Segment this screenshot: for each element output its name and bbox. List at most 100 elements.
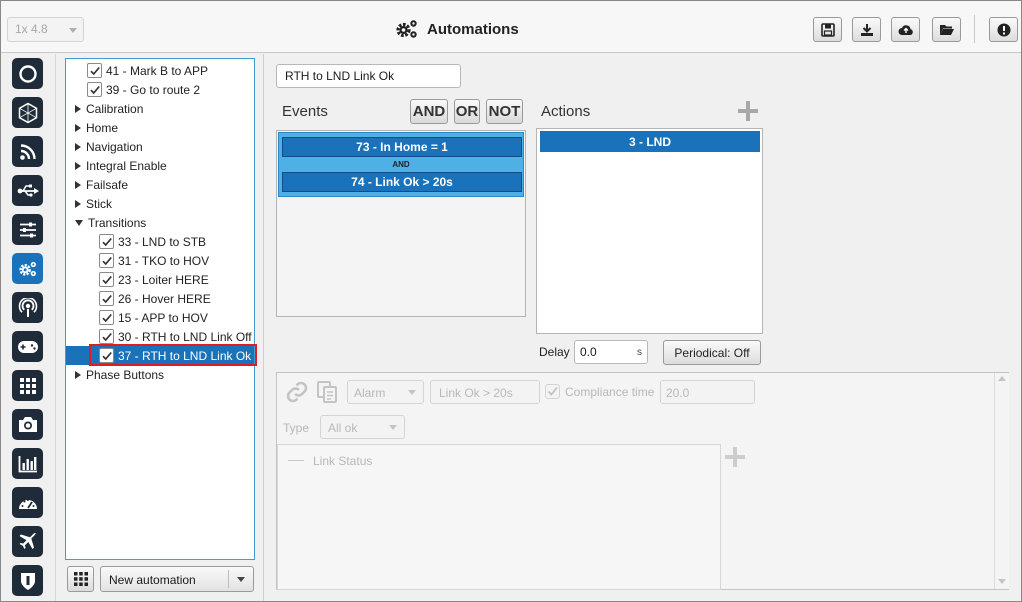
- tree-group[interactable]: Navigation: [66, 137, 254, 156]
- event-item[interactable]: 73 - In Home = 1: [282, 137, 522, 157]
- expand-arrow-right-icon[interactable]: [75, 161, 81, 170]
- tree-group[interactable]: Calibration: [66, 99, 254, 118]
- expand-arrow-right-icon[interactable]: [75, 123, 81, 132]
- events-label: Events: [282, 103, 328, 120]
- tree-item-label: Calibration: [86, 101, 144, 116]
- tree-item-label: 26 - Hover HERE: [118, 291, 211, 306]
- tree-item-checkbox[interactable]: [99, 291, 114, 306]
- save-button[interactable]: [813, 17, 842, 42]
- open-folder-button[interactable]: [932, 17, 961, 42]
- alarm-select-value: Alarm: [354, 386, 386, 400]
- not-button[interactable]: NOT: [486, 99, 523, 124]
- automation-name-input[interactable]: RTH to LND Link Ok: [276, 64, 461, 88]
- expand-arrow-right-icon[interactable]: [75, 199, 81, 208]
- chevron-down-icon: [408, 390, 416, 395]
- expand-arrow-right-icon[interactable]: [75, 142, 81, 151]
- tree-item[interactable]: 39 - Go to route 2: [66, 80, 254, 99]
- nav-telemetry[interactable]: [12, 136, 43, 167]
- tree-item[interactable]: 30 - RTH to LND Link Off: [66, 327, 254, 346]
- download-button[interactable]: [852, 17, 881, 42]
- tree-item[interactable]: 15 - APP to HOV: [66, 308, 254, 327]
- tree-item-checkbox[interactable]: [99, 310, 114, 325]
- nav-power[interactable]: [12, 58, 43, 89]
- new-automation-combo[interactable]: New automation: [100, 566, 254, 592]
- add-condition-icon[interactable]: [725, 447, 745, 467]
- version-select[interactable]: 1x 4.8: [7, 17, 84, 42]
- info-icon: [997, 23, 1010, 36]
- or-button[interactable]: OR: [454, 99, 480, 124]
- chevron-down-icon[interactable]: [237, 577, 245, 582]
- tree-item[interactable]: 37 - RTH to LND Link Ok: [66, 346, 254, 365]
- tree-group[interactable]: Phase Buttons: [66, 365, 254, 384]
- event-item[interactable]: 74 - Link Ok > 20s: [282, 172, 522, 192]
- nav-camera[interactable]: [12, 409, 43, 440]
- nav-automations[interactable]: [12, 253, 43, 284]
- tree-group[interactable]: Stick: [66, 194, 254, 213]
- nav-security[interactable]: [12, 565, 43, 596]
- cloud-upload-button[interactable]: [891, 17, 920, 42]
- tree-item-checkbox[interactable]: [87, 82, 102, 97]
- tree-item-checkbox[interactable]: [99, 234, 114, 249]
- tree-item[interactable]: 31 - TKO to HOV: [66, 251, 254, 270]
- nav-broadcast[interactable]: [12, 292, 43, 323]
- tree-item-checkbox[interactable]: [99, 329, 114, 344]
- gauge-icon: [18, 498, 37, 509]
- add-action-icon[interactable]: [738, 101, 758, 121]
- nav-usb[interactable]: [12, 175, 43, 206]
- nav-gauge[interactable]: [12, 487, 43, 518]
- view-toggle-button[interactable]: [67, 566, 94, 592]
- tree-item[interactable]: 41 - Mark B to APP: [66, 61, 254, 80]
- save-icon: [820, 22, 835, 37]
- chevron-up-icon: [998, 376, 1006, 381]
- tree-item-checkbox[interactable]: [99, 272, 114, 287]
- tree-item[interactable]: 26 - Hover HERE: [66, 289, 254, 308]
- type-select[interactable]: All ok: [320, 415, 405, 439]
- tree-item-label: 41 - Mark B to APP: [106, 63, 209, 78]
- nav-chart[interactable]: [12, 448, 43, 479]
- tree-item-label: 33 - LND to STB: [118, 234, 207, 249]
- event-name-input[interactable]: Link Ok > 20s: [430, 380, 540, 404]
- expand-arrow-right-icon[interactable]: [75, 180, 81, 189]
- tree-group[interactable]: Integral Enable: [66, 156, 254, 175]
- tree-item[interactable]: 33 - LND to STB: [66, 232, 254, 251]
- chevron-down-icon: [998, 579, 1006, 584]
- expand-arrow-right-icon[interactable]: [75, 104, 81, 113]
- nav-grid[interactable]: [12, 370, 43, 401]
- nav-sliders[interactable]: [12, 214, 43, 245]
- events-panel: 73 - In Home = 1 AND 74 - Link Ok > 20s: [276, 130, 526, 317]
- tree-item-label: 37 - RTH to LND Link Ok: [118, 348, 252, 363]
- vertical-scrollbar[interactable]: [994, 373, 1009, 589]
- action-item[interactable]: 3 - LND: [540, 131, 760, 152]
- tree-item[interactable]: 23 - Loiter HERE: [66, 270, 254, 289]
- periodical-button[interactable]: Periodical: Off: [663, 340, 761, 365]
- tree-item-checkbox[interactable]: [99, 348, 114, 363]
- tree-group[interactable]: Home: [66, 118, 254, 137]
- alarm-select[interactable]: Alarm: [347, 380, 424, 404]
- tree-group[interactable]: Failsafe: [66, 175, 254, 194]
- delay-input[interactable]: 0.0 s: [574, 340, 648, 364]
- tree-item-label: 15 - APP to HOV: [118, 310, 208, 325]
- tree-item-checkbox[interactable]: [99, 253, 114, 268]
- and-button[interactable]: AND: [410, 99, 448, 124]
- hexagon-icon: [18, 102, 37, 123]
- check-icon: [101, 332, 112, 341]
- nav-flight[interactable]: [12, 526, 43, 557]
- compliance-checkbox[interactable]: [545, 384, 560, 399]
- panel-splitter[interactable]: [263, 54, 264, 601]
- tree-group[interactable]: Transitions: [66, 213, 254, 232]
- cogs-icon: [18, 261, 36, 276]
- expand-arrow-right-icon[interactable]: [75, 370, 81, 379]
- tree-item-checkbox[interactable]: [87, 63, 102, 78]
- top-bar: 1x 4.8 Automations: [1, 1, 1021, 53]
- expand-arrow-down-icon[interactable]: [75, 219, 83, 226]
- event-group[interactable]: 73 - In Home = 1 AND 74 - Link Ok > 20s: [278, 132, 524, 197]
- nav-hexagon[interactable]: [12, 97, 43, 128]
- grid-icon: [19, 377, 36, 394]
- compliance-time-input[interactable]: 20.0: [660, 380, 755, 404]
- check-icon: [89, 66, 100, 75]
- tree-item-label: 30 - RTH to LND Link Off: [118, 329, 252, 344]
- actions-label: Actions: [541, 103, 591, 120]
- nav-gamepad[interactable]: [12, 331, 43, 362]
- condition-item[interactable]: Link Status: [313, 454, 372, 468]
- info-button[interactable]: [989, 17, 1018, 42]
